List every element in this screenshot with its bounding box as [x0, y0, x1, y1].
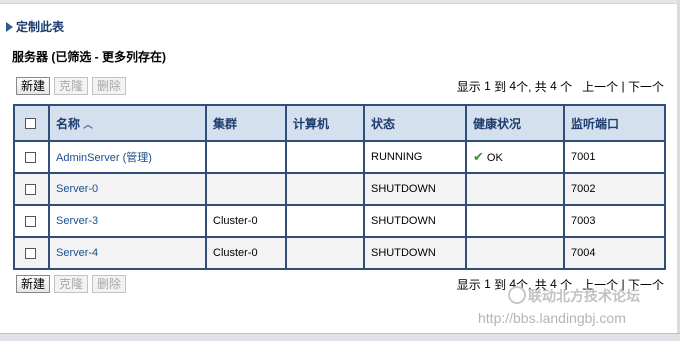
machine-cell — [285, 172, 365, 206]
delete-button[interactable]: 删除 — [92, 77, 127, 95]
table-row: Server-0 SHUTDOWN 7002 — [13, 172, 666, 206]
servers-table: 名称 ︿ 集群 计算机 状态 健康状况 监听端口 AdminServer (管理)… — [13, 104, 666, 270]
column-header-health[interactable]: 健康状况 — [465, 104, 565, 142]
machine-cell — [285, 140, 365, 174]
column-cluster-label[interactable]: 集群 — [213, 117, 237, 131]
pager-show-label: 显示 — [456, 79, 485, 94]
delete-button[interactable]: 删除 — [92, 275, 127, 293]
pager-to-word: 到 — [490, 79, 510, 94]
health-cell — [465, 204, 565, 238]
column-header-listen-port[interactable]: 监听端口 — [563, 104, 666, 142]
server-name-link[interactable]: Server-3 — [56, 215, 98, 227]
health-status-text: OK — [486, 152, 503, 164]
state-cell: SHUTDOWN — [363, 172, 467, 206]
column-port-label[interactable]: 监听端口 — [571, 117, 619, 131]
pager-to-word: 到 — [490, 277, 510, 292]
pager-unit: 个 — [556, 79, 573, 94]
server-name-link[interactable]: Server-0 — [56, 183, 98, 195]
health-cell — [465, 236, 565, 270]
column-machine-label[interactable]: 计算机 — [293, 117, 329, 131]
new-button[interactable]: 新建 — [16, 275, 51, 293]
section-title: 服务器 (已筛选 - 更多列存在) — [12, 50, 166, 64]
pager-total-label: 个, 共 — [516, 79, 551, 94]
cluster-cell: Cluster-0 — [205, 236, 287, 270]
table-toolbar-top: 新建 克隆 删除 显示 1 到 4 个, 共 4 个 上一个 | 下一个 — [16, 76, 664, 96]
name-cell: Server-3 — [48, 204, 207, 238]
cluster-cell — [205, 140, 287, 174]
server-name-link[interactable]: Server-4 — [56, 247, 98, 259]
row-checkbox[interactable] — [25, 215, 36, 227]
pager-to: 4 — [509, 79, 517, 93]
column-state-label[interactable]: 状态 — [371, 117, 395, 131]
pager-from: 1 — [484, 79, 491, 93]
new-button[interactable]: 新建 — [16, 77, 51, 95]
state-cell: SHUTDOWN — [363, 204, 467, 238]
select-all-checkbox[interactable] — [25, 118, 36, 130]
watermark-url: http://bbs.landingbj.com — [478, 310, 626, 326]
window-top-border — [0, 0, 680, 4]
column-header-state[interactable]: 状态 — [363, 104, 467, 142]
watermark-logo-icon — [508, 286, 526, 304]
name-cell: Server-0 — [48, 172, 207, 206]
column-header-name[interactable]: 名称 ︿ — [48, 104, 207, 142]
name-cell: AdminServer (管理) — [48, 140, 207, 174]
row-select-cell — [13, 140, 50, 174]
machine-cell — [285, 236, 365, 270]
name-cell: Server-4 — [48, 236, 207, 270]
port-cell: 7004 — [563, 236, 666, 270]
pager-next-link[interactable]: 下一个 — [628, 78, 664, 95]
clone-button[interactable]: 克隆 — [54, 275, 89, 293]
column-header-machine[interactable]: 计算机 — [285, 104, 365, 142]
state-cell: RUNNING — [363, 140, 467, 174]
triangle-right-icon — [6, 21, 13, 32]
table-row: Server-3 Cluster-0 SHUTDOWN 7003 — [13, 204, 666, 238]
port-cell: 7003 — [563, 204, 666, 238]
customize-table-link[interactable]: 定制此表 — [6, 18, 64, 35]
row-checkbox[interactable] — [25, 151, 36, 163]
column-name-label[interactable]: 名称 — [56, 117, 80, 131]
select-all-header — [13, 104, 50, 142]
pager-previous-link[interactable]: 上一个 — [582, 78, 618, 95]
row-checkbox[interactable] — [25, 247, 36, 259]
column-header-cluster[interactable]: 集群 — [205, 104, 287, 142]
row-select-cell — [13, 236, 50, 270]
watermark-text: 联动北方技术论坛 — [528, 288, 640, 304]
customize-table-label[interactable]: 定制此表 — [16, 18, 64, 35]
check-icon: ✔ — [473, 149, 484, 164]
pager-from: 1 — [484, 277, 491, 291]
column-health-label[interactable]: 健康状况 — [473, 117, 521, 131]
clone-button[interactable]: 克隆 — [54, 77, 89, 95]
table-row: Server-4 Cluster-0 SHUTDOWN 7004 — [13, 236, 666, 270]
sort-ascending-icon[interactable]: ︿ — [83, 116, 93, 131]
pager-total: 4 — [550, 79, 557, 93]
pager-divider: | — [618, 79, 628, 93]
health-cell — [465, 172, 565, 206]
cluster-cell — [205, 172, 287, 206]
cluster-cell: Cluster-0 — [205, 204, 287, 238]
health-cell: ✔ OK — [465, 140, 565, 174]
row-select-cell — [13, 172, 50, 206]
pagination: 显示 1 到 4 个, 共 4 个 上一个 | 下一个 — [457, 78, 664, 95]
row-select-cell — [13, 204, 50, 238]
table-row: AdminServer (管理) RUNNING ✔ OK 7001 — [13, 140, 666, 174]
port-cell: 7002 — [563, 172, 666, 206]
row-checkbox[interactable] — [25, 183, 36, 195]
state-cell: SHUTDOWN — [363, 236, 467, 270]
port-cell: 7001 — [563, 140, 666, 174]
server-name-link[interactable]: AdminServer (管理) — [56, 152, 152, 164]
machine-cell — [285, 204, 365, 238]
pager-show-label: 显示 — [456, 277, 485, 292]
table-header-row: 名称 ︿ 集群 计算机 状态 健康状况 监听端口 — [13, 104, 666, 142]
